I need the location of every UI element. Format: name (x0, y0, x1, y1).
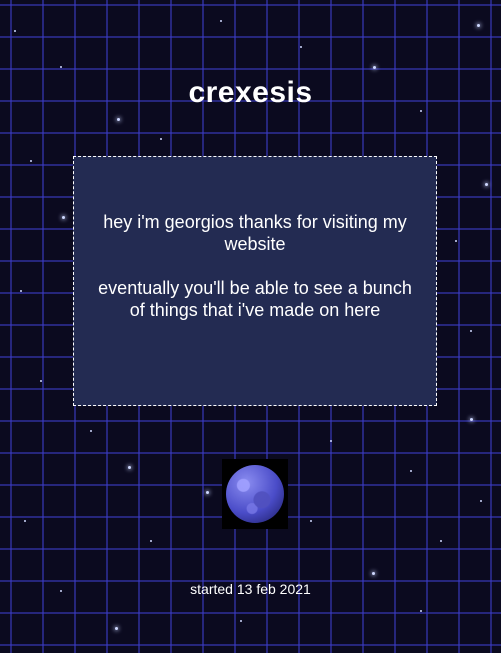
star-icon (117, 118, 120, 121)
planet-icon (222, 459, 288, 529)
star-icon (220, 20, 222, 22)
star-icon (420, 610, 422, 612)
star-icon (160, 138, 162, 140)
star-icon (470, 418, 473, 421)
star-icon (240, 620, 242, 622)
star-icon (485, 183, 488, 186)
star-icon (455, 240, 457, 242)
star-icon (90, 430, 92, 432)
star-icon (14, 30, 16, 32)
intro-box: hey i'm georgios thanks for visiting my … (73, 156, 437, 406)
site-title: crexesis (188, 76, 313, 109)
intro-message: eventually you'll be able to see a bunch… (98, 278, 412, 320)
star-icon (206, 491, 209, 494)
star-icon (477, 24, 480, 27)
star-icon (24, 520, 26, 522)
star-icon (20, 290, 22, 292)
star-icon (30, 160, 32, 162)
star-icon (373, 66, 376, 69)
star-icon (420, 110, 422, 112)
star-icon (310, 520, 312, 522)
star-icon (480, 500, 482, 502)
star-icon (40, 380, 42, 382)
star-icon (128, 466, 131, 469)
star-icon (330, 440, 332, 442)
star-icon (62, 216, 65, 219)
star-icon (150, 540, 152, 542)
intro-greeting: hey i'm georgios thanks for visiting my … (103, 212, 407, 254)
star-icon (300, 46, 302, 48)
planet-sphere (226, 465, 284, 523)
star-icon (372, 572, 375, 575)
star-icon (115, 627, 118, 630)
star-icon (440, 540, 442, 542)
star-icon (470, 330, 472, 332)
started-date: started 13 feb 2021 (190, 581, 311, 597)
star-icon (410, 470, 412, 472)
star-icon (60, 66, 62, 68)
